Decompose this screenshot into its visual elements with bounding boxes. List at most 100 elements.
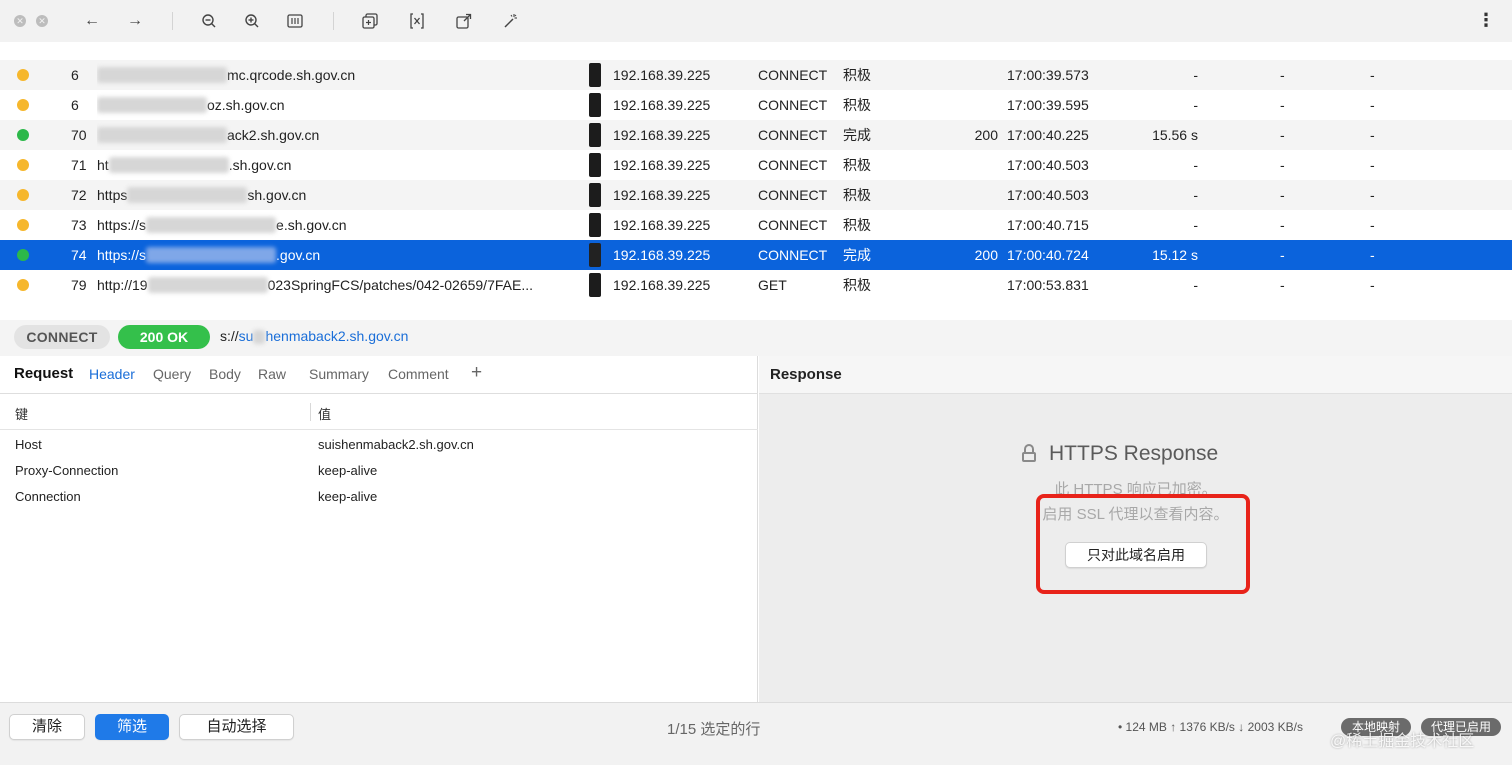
row-id: 70 <box>71 127 87 143</box>
header-row[interactable]: Host suishenmaback2.sh.gov.cn <box>0 432 758 458</box>
row-method: CONNECT <box>758 187 828 203</box>
blurred-text <box>127 187 248 203</box>
row-code: 200 <box>974 127 998 143</box>
header-row[interactable]: Proxy-Connection keep-alive <box>0 458 758 484</box>
blurred-text <box>97 127 227 143</box>
column-divider[interactable] <box>310 403 311 421</box>
device-icon <box>589 93 601 117</box>
arrow-right-icon[interactable]: → <box>124 10 146 32</box>
response-pane: Response HTTPS Response 此 HTTPS 响应已加密。 启… <box>759 356 1512 702</box>
header-value: keep-alive <box>318 463 378 478</box>
filter-button[interactable]: 筛选 <box>95 714 169 740</box>
table-row[interactable]: 70 ack2.sh.gov.cn 192.168.39.225 CONNECT 完成 2… <box>0 120 1512 150</box>
tab-comment[interactable]: Comment <box>388 366 449 382</box>
blurred-text <box>147 277 268 293</box>
table-row[interactable]: 73 https://s e.sh.gov.cn 192.168.39.225 CONN… <box>0 210 1512 240</box>
method-badge: CONNECT <box>14 325 110 349</box>
row-state: 积极 <box>843 67 871 83</box>
row-id: 79 <box>71 277 87 293</box>
add-tab-button[interactable]: + <box>471 362 482 384</box>
table-row[interactable]: 79 http://19 023SpringFCS/patches/042-0265… <box>0 270 1512 300</box>
detail-url[interactable]: s://su henmaback2.sh.gov.cn <box>220 327 408 344</box>
row-id: 71 <box>71 157 87 173</box>
status-dot <box>17 219 29 231</box>
open-external-icon[interactable] <box>453 10 475 32</box>
request-pane: Request Header Query Body Raw Summary Co… <box>0 356 758 702</box>
lock-icon <box>1022 444 1036 462</box>
https-response-title: HTTPS Response <box>1049 442 1219 465</box>
device-icon <box>589 273 601 297</box>
selection-count: 1/15 选定的行 <box>667 721 761 738</box>
url-start: oz.sh.gov.cn <box>207 97 285 113</box>
tab-body[interactable]: Body <box>209 366 241 382</box>
url-prefix: s:// <box>220 328 239 344</box>
tab-raw[interactable]: Raw <box>258 366 286 382</box>
header-row[interactable]: Connection keep-alive <box>0 484 758 510</box>
url-end: 023SpringFCS/patches/042-02659/7FAE... <box>267 277 533 293</box>
row-duration: - <box>1193 217 1198 233</box>
minimize-icon[interactable]: ✕ <box>36 15 48 27</box>
header-key: Proxy-Connection <box>15 463 119 478</box>
url-end: .gov.cn <box>276 247 321 263</box>
arrow-left-icon[interactable]: ← <box>81 10 103 32</box>
row-time: 17:00:40.715 <box>1007 217 1089 233</box>
row-code <box>960 180 998 210</box>
toolbar: ✕ ✕ ← → ⋮ <box>0 0 1512 42</box>
row-response-size: - <box>1370 97 1375 113</box>
row-state: 完成 <box>843 127 871 143</box>
row-state: 积极 <box>843 277 871 293</box>
close-icon[interactable]: ✕ <box>14 15 26 27</box>
script-icon[interactable] <box>406 10 428 32</box>
table-row[interactable]: 74 https://s .gov.cn 192.168.39.225 CONNECT 完… <box>0 240 1512 270</box>
response-header: Response <box>759 356 1512 394</box>
compose-icon[interactable] <box>359 10 381 32</box>
auto-select-button[interactable]: 自动选择 <box>179 714 294 740</box>
row-id: 73 <box>71 217 87 233</box>
row-url: https://s .gov.cn <box>97 240 575 270</box>
row-duration: - <box>1193 187 1198 203</box>
row-time: 17:00:39.573 <box>1007 67 1089 83</box>
row-code: 200 <box>974 247 998 263</box>
table-row[interactable]: 72 https sh.gov.cn 192.168.39.225 CONNECT 积极 1… <box>0 180 1512 210</box>
zoom-out-icon[interactable] <box>198 10 220 32</box>
row-time: 17:00:40.724 <box>1007 247 1089 263</box>
row-code <box>960 270 998 300</box>
blurred-text <box>253 330 266 344</box>
device-icon <box>589 213 601 237</box>
url-end: sh.gov.cn <box>247 187 307 203</box>
row-url: oz.sh.gov.cn <box>97 90 575 120</box>
status-dot <box>17 99 29 111</box>
table-row[interactable]: 6 mc.qrcode.sh.gov.cn 192.168.39.225 CONNEC… <box>0 60 1512 90</box>
magic-wand-icon[interactable] <box>500 10 522 32</box>
row-response-size: - <box>1370 157 1375 173</box>
row-method: CONNECT <box>758 217 828 233</box>
status-dot <box>17 159 29 171</box>
row-response-size: - <box>1370 217 1375 233</box>
status-dot <box>17 249 29 261</box>
blurred-text <box>97 97 207 113</box>
row-code <box>960 150 998 180</box>
row-state: 完成 <box>843 247 871 263</box>
row-duration: 15.56 s <box>1152 127 1198 143</box>
table-row[interactable]: 6 oz.sh.gov.cn 192.168.39.225 CONNECT 积极 17:0… <box>0 90 1512 120</box>
blurred-text <box>108 157 229 173</box>
tab-header[interactable]: Header <box>89 366 135 382</box>
url-end: e.sh.gov.cn <box>276 217 347 233</box>
tab-summary[interactable]: Summary <box>309 366 369 382</box>
tab-query[interactable]: Query <box>153 366 191 382</box>
url-end: .sh.gov.cn <box>228 157 292 173</box>
row-client: 192.168.39.225 <box>613 187 711 203</box>
row-request-size: - <box>1280 187 1285 203</box>
url-host-rest: henmaback2.sh.gov.cn <box>265 328 409 344</box>
table-row[interactable]: 71 ht .sh.gov.cn 192.168.39.225 CONNECT 积极 17:… <box>0 150 1512 180</box>
status-dot <box>17 129 29 141</box>
row-method: CONNECT <box>758 127 828 143</box>
row-request-size: - <box>1280 217 1285 233</box>
device-icon <box>589 183 601 207</box>
device-icon <box>589 63 601 87</box>
layout-icon[interactable] <box>284 10 306 32</box>
row-state: 积极 <box>843 157 871 173</box>
clear-button[interactable]: 清除 <box>9 714 85 740</box>
zoom-in-icon[interactable] <box>241 10 263 32</box>
more-icon[interactable]: ⋮ <box>1477 10 1496 31</box>
